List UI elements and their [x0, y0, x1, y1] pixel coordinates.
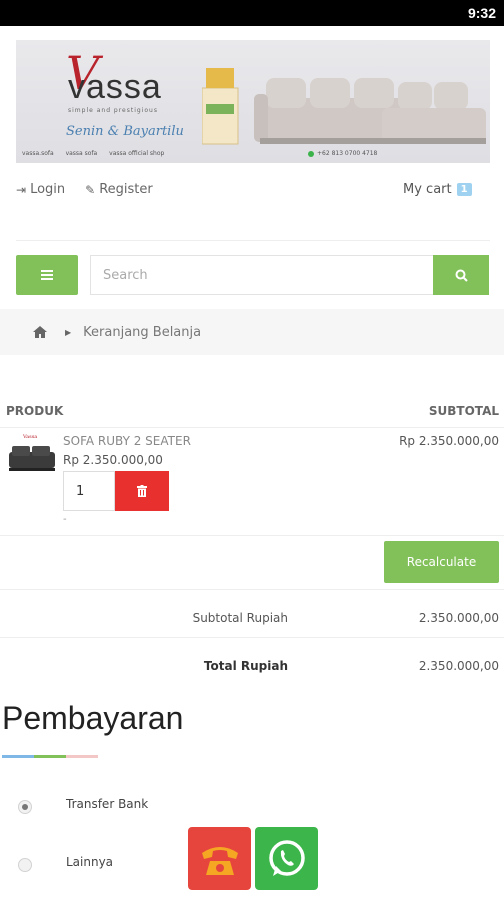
subtotal-label: Subtotal Rupiah: [192, 611, 288, 625]
register-link[interactable]: ✎ Register: [85, 182, 153, 197]
promo-banner[interactable]: V vassa simple and prestigious Senin & B…: [16, 40, 490, 163]
menu-button[interactable]: [16, 255, 78, 295]
column-header-product: PRODUK: [6, 404, 64, 418]
delete-item-button[interactable]: [115, 471, 169, 511]
divider: [0, 427, 504, 428]
subtotal-value: 2.350.000,00: [418, 611, 499, 625]
product-name[interactable]: SOFA RUBY 2 SEATER: [63, 434, 191, 448]
recalculate-button[interactable]: Recalculate: [384, 541, 499, 583]
phone-icon: [201, 846, 238, 875]
trash-icon: [137, 485, 147, 497]
cart-count-badge: 1: [456, 183, 472, 196]
auth-links: ⇥ Login ✎ Register: [16, 182, 173, 197]
total-value: 2.350.000,00: [418, 659, 499, 673]
item-note: -: [63, 514, 67, 525]
login-link[interactable]: ⇥ Login: [16, 182, 65, 197]
sofa-image: [202, 68, 486, 145]
banner-phone: +62 813 0700 4718: [308, 150, 377, 157]
sign-in-icon: ⇥: [16, 182, 27, 197]
product-subtotal: Rp 2.350.000,00: [399, 434, 499, 448]
brand-tagline: simple and prestigious: [68, 107, 158, 114]
whatsapp-icon: [268, 839, 305, 876]
banner-script-text: Senin & Bayartilu: [66, 124, 184, 139]
payment-title: Pembayaran: [2, 700, 184, 736]
payment-radio-transfer[interactable]: [18, 800, 32, 814]
payment-option-transfer[interactable]: Transfer Bank: [66, 797, 148, 811]
social-shop: vassa official shop: [109, 150, 165, 157]
divider: [16, 240, 490, 241]
divider: [0, 589, 504, 590]
search-input[interactable]: [90, 255, 433, 295]
whatsapp-button[interactable]: [255, 827, 318, 890]
title-underline: [2, 755, 98, 758]
product-price: Rp 2.350.000,00: [63, 453, 163, 467]
brand-logo: vassa: [68, 68, 162, 106]
call-button[interactable]: [188, 827, 251, 890]
breadcrumb-current: Keranjang Belanja: [83, 324, 202, 340]
payment-radio-other[interactable]: [18, 858, 32, 872]
product-thumbnail[interactable]: Vassa: [7, 430, 57, 476]
search-icon: [455, 269, 468, 282]
svg-text:Vassa: Vassa: [22, 434, 37, 440]
status-time: 9:32: [467, 5, 496, 21]
my-cart-label: My cart: [403, 182, 452, 197]
divider: [0, 637, 504, 638]
total-label: Total Rupiah: [203, 659, 288, 673]
home-icon[interactable]: [33, 325, 47, 339]
edit-icon: ✎: [85, 182, 96, 197]
banner-socials: vassa.sofa vassa sofa vassa official sho…: [22, 150, 174, 157]
divider: [0, 535, 504, 536]
social-facebook: vassa sofa: [65, 150, 98, 157]
status-bar: 9:32: [0, 0, 504, 26]
quantity-input[interactable]: [63, 471, 115, 511]
bars-icon: [41, 268, 53, 282]
breadcrumb: ▶ Keranjang Belanja: [0, 309, 504, 355]
register-label: Register: [99, 182, 153, 197]
my-cart-link[interactable]: My cart 1: [403, 182, 472, 197]
chevron-right-icon: ▶: [65, 327, 72, 337]
login-label: Login: [30, 182, 66, 197]
payment-option-other[interactable]: Lainnya: [66, 855, 113, 869]
social-instagram: vassa.sofa: [22, 150, 54, 157]
search-button[interactable]: [433, 255, 489, 295]
column-header-subtotal: SUBTOTAL: [428, 404, 499, 418]
